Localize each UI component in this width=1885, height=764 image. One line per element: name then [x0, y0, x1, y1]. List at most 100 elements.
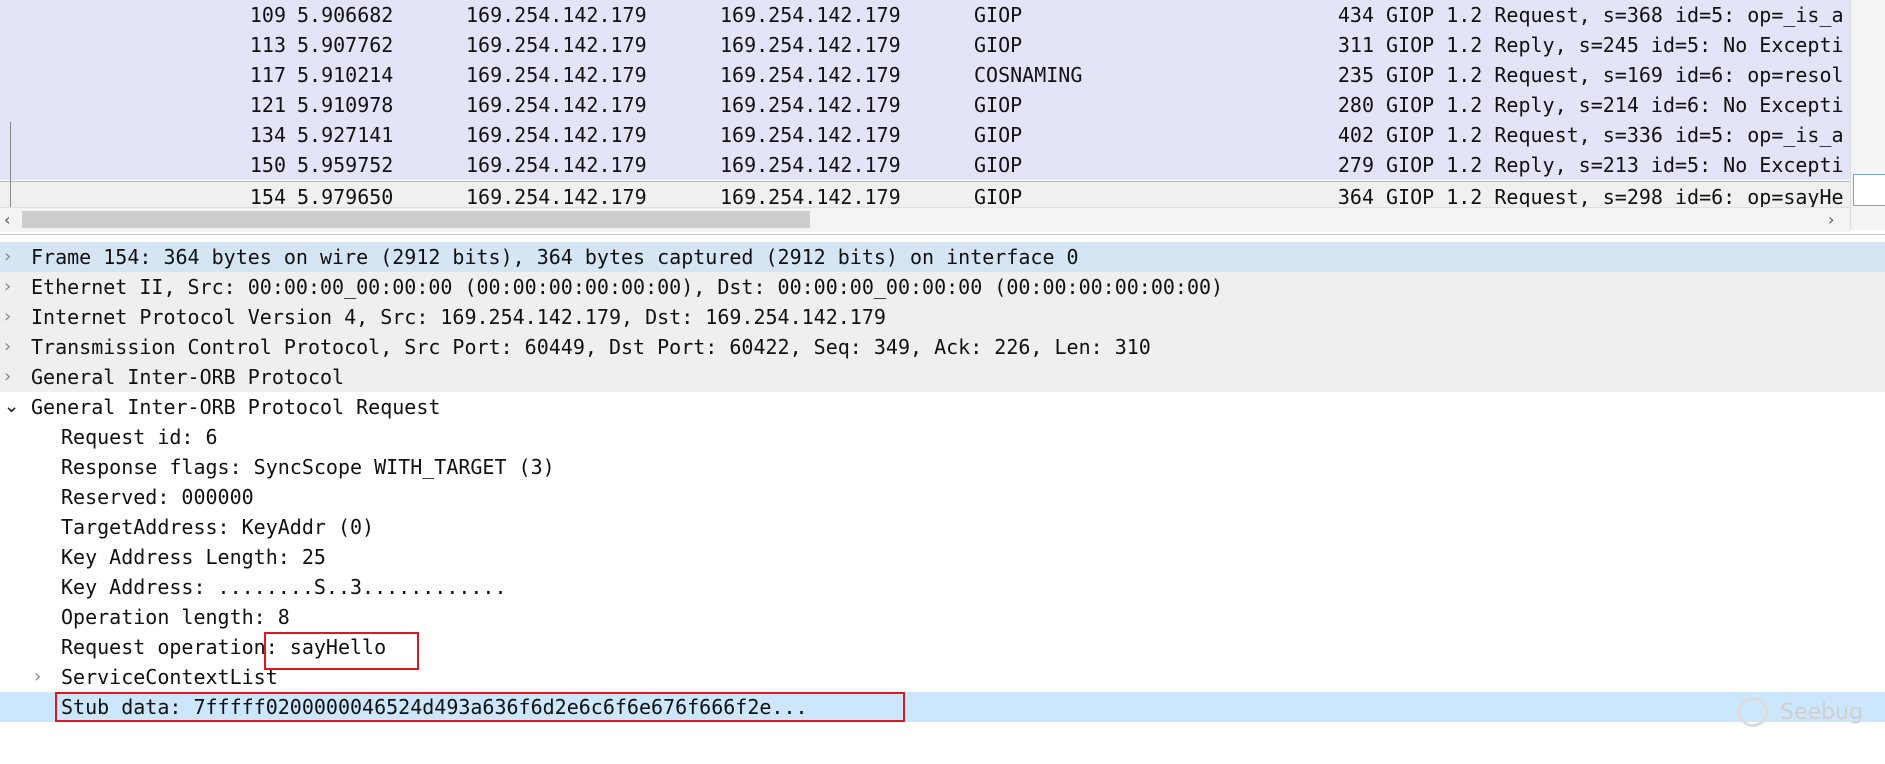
watermark: Seebug: [1780, 700, 1863, 725]
tree-item-label: Response flags: SyncScope WITH_TARGET (3…: [61, 455, 555, 479]
tree-item-label: Ethernet II, Src: 00:00:00_00:00:00 (00:…: [31, 275, 1224, 299]
tree-item-label: Operation length: 8: [61, 605, 290, 629]
packet-destination: 169.254.142.179: [720, 3, 901, 27]
tree-item-label: Internet Protocol Version 4, Src: 169.25…: [31, 305, 886, 329]
packet-source: 169.254.142.179: [466, 93, 647, 117]
packet-info: GIOP 1.2 Reply, s=245 id=5: No Excepti: [1386, 33, 1844, 57]
tree-item-ethernet[interactable]: › Ethernet II, Src: 00:00:00_00:00:00 (0…: [0, 272, 1885, 302]
horizontal-scroll-thumb[interactable]: [22, 211, 810, 228]
packet-number: 154: [249, 185, 286, 207]
tree-item-label: Frame 154: 364 bytes on wire (2912 bits)…: [31, 245, 1079, 269]
packet-row[interactable]: 134 5.927141 169.254.142.179 169.254.142.17…: [0, 120, 1850, 150]
tree-item-key-address-length[interactable]: Key Address Length: 25: [0, 542, 1885, 572]
packet-protocol: GIOP: [974, 185, 1023, 207]
packet-destination: 169.254.142.179: [720, 93, 901, 117]
packet-destination: 169.254.142.179: [720, 153, 901, 177]
tree-item-label: Key Address: ........S..3............: [61, 575, 507, 599]
packet-list[interactable]: 109 5.906682 169.254.142.179 169.254.142.17…: [0, 0, 1885, 232]
packet-protocol: GIOP: [974, 153, 1023, 177]
packet-destination: 169.254.142.179: [720, 33, 901, 57]
horizontal-scrollbar[interactable]: ‹ ›: [0, 207, 1850, 232]
packet-length: 434: [1337, 3, 1374, 27]
packet-info: GIOP 1.2 Reply, s=213 id=5: No Excepti: [1386, 153, 1844, 177]
packet-length: 402: [1337, 123, 1374, 147]
vertical-scroll-thumb[interactable]: [1853, 174, 1885, 206]
arrow-right-icon[interactable]: ›: [1828, 208, 1834, 232]
tree-item-label: ServiceContextList: [61, 665, 278, 689]
packet-info: GIOP 1.2 Reply, s=214 id=6: No Excepti: [1386, 93, 1844, 117]
chevron-right-icon[interactable]: ›: [4, 275, 11, 299]
packet-time: 5.927141: [297, 123, 394, 147]
packet-number: 109: [249, 3, 286, 27]
row-marker: [10, 122, 11, 208]
packet-protocol: GIOP: [974, 93, 1023, 117]
packet-protocol: COSNAMING: [974, 63, 1083, 87]
tree-item-frame[interactable]: › Frame 154: 364 bytes on wire (2912 bit…: [0, 242, 1885, 272]
packet-length: 364: [1337, 185, 1374, 207]
tree-item-giop[interactable]: › General Inter-ORB Protocol: [0, 362, 1885, 392]
tree-item-operation-length[interactable]: Operation length: 8: [0, 602, 1885, 632]
packet-rows[interactable]: 109 5.906682 169.254.142.179 169.254.142.17…: [0, 0, 1850, 207]
chevron-right-icon[interactable]: ›: [34, 665, 41, 689]
chevron-down-icon[interactable]: ⌄: [4, 395, 19, 419]
tree-item-response-flags[interactable]: Response flags: SyncScope WITH_TARGET (3…: [0, 452, 1885, 482]
tree-item-key-address[interactable]: Key Address: ........S..3............: [0, 572, 1885, 602]
packet-source: 169.254.142.179: [466, 185, 647, 207]
highlight-box-operation: [264, 632, 419, 670]
vertical-scrollbar[interactable]: [1850, 0, 1885, 230]
packet-details-tree[interactable]: › Frame 154: 364 bytes on wire (2912 bit…: [0, 242, 1885, 748]
packet-length: 311: [1337, 33, 1374, 57]
tree-item-label: General Inter-ORB Protocol Request: [31, 395, 441, 419]
packet-destination: 169.254.142.179: [720, 185, 901, 207]
packet-number: 134: [249, 123, 286, 147]
packet-row[interactable]: 121 5.910978 169.254.142.179 169.254.142.17…: [0, 90, 1850, 120]
packet-info: GIOP 1.2 Request, s=169 id=6: op=resol: [1386, 63, 1844, 87]
tree-item-label: Request id: 6: [61, 425, 218, 449]
tree-item-reserved[interactable]: Reserved: 000000: [0, 482, 1885, 512]
packet-length: 280: [1337, 93, 1374, 117]
packet-time: 5.910214: [297, 63, 394, 87]
packet-source: 169.254.142.179: [466, 153, 647, 177]
packet-protocol: GIOP: [974, 123, 1023, 147]
packet-row[interactable]: 117 5.910214 169.254.142.179 169.254.142.17…: [0, 60, 1850, 90]
packet-row[interactable]: 150 5.959752 169.254.142.179 169.254.142.17…: [0, 150, 1850, 180]
tree-item-giop-request[interactable]: ⌄ General Inter-ORB Protocol Request: [0, 392, 1885, 422]
packet-row[interactable]: 113 5.907762 169.254.142.179 169.254.142.17…: [0, 30, 1850, 60]
tree-item-tcp[interactable]: › Transmission Control Protocol, Src Por…: [0, 332, 1885, 362]
packet-protocol: GIOP: [974, 3, 1023, 27]
packet-time: 5.907762: [297, 33, 394, 57]
packet-time: 5.959752: [297, 153, 394, 177]
packet-source: 169.254.142.179: [466, 3, 647, 27]
packet-number: 113: [249, 33, 286, 57]
tree-item-label: TargetAddress: KeyAddr (0): [61, 515, 375, 539]
packet-destination: 169.254.142.179: [720, 123, 901, 147]
tree-item-request-id[interactable]: Request id: 6: [0, 422, 1885, 452]
packet-source: 169.254.142.179: [466, 63, 647, 87]
packet-info: GIOP 1.2 Request, s=298 id=6: op=sayHe: [1386, 185, 1844, 207]
chevron-right-icon[interactable]: ›: [4, 365, 11, 389]
packet-length: 279: [1337, 153, 1374, 177]
chevron-right-icon[interactable]: ›: [4, 335, 11, 359]
packet-row[interactable]: 154 5.979650 169.254.142.179 169.254.142.17…: [0, 181, 1850, 207]
seebug-logo-icon: [1738, 697, 1768, 727]
packet-number: 117: [249, 63, 286, 87]
packet-source: 169.254.142.179: [466, 123, 647, 147]
chevron-right-icon[interactable]: ›: [4, 305, 11, 329]
packet-number: 121: [249, 93, 286, 117]
packet-time: 5.910978: [297, 93, 394, 117]
packet-row[interactable]: 109 5.906682 169.254.142.179 169.254.142.17…: [0, 0, 1850, 30]
packet-protocol: GIOP: [974, 33, 1023, 57]
packet-time: 5.979650: [297, 185, 394, 207]
packet-info: GIOP 1.2 Request, s=368 id=5: op=_is_a: [1386, 3, 1844, 27]
highlight-box-stub-data: [55, 692, 905, 722]
packet-info: GIOP 1.2 Request, s=336 id=5: op=_is_a: [1386, 123, 1844, 147]
packet-destination: 169.254.142.179: [720, 63, 901, 87]
chevron-right-icon[interactable]: ›: [4, 245, 11, 269]
tree-item-label: General Inter-ORB Protocol: [31, 365, 345, 389]
packet-number: 150: [249, 153, 286, 177]
packet-source: 169.254.142.179: [466, 33, 647, 57]
tree-item-target-address[interactable]: TargetAddress: KeyAddr (0): [0, 512, 1885, 542]
arrow-left-icon[interactable]: ‹: [4, 208, 10, 232]
tree-item-ip[interactable]: › Internet Protocol Version 4, Src: 169.…: [0, 302, 1885, 332]
tree-item-label: Transmission Control Protocol, Src Port:…: [31, 335, 1151, 359]
